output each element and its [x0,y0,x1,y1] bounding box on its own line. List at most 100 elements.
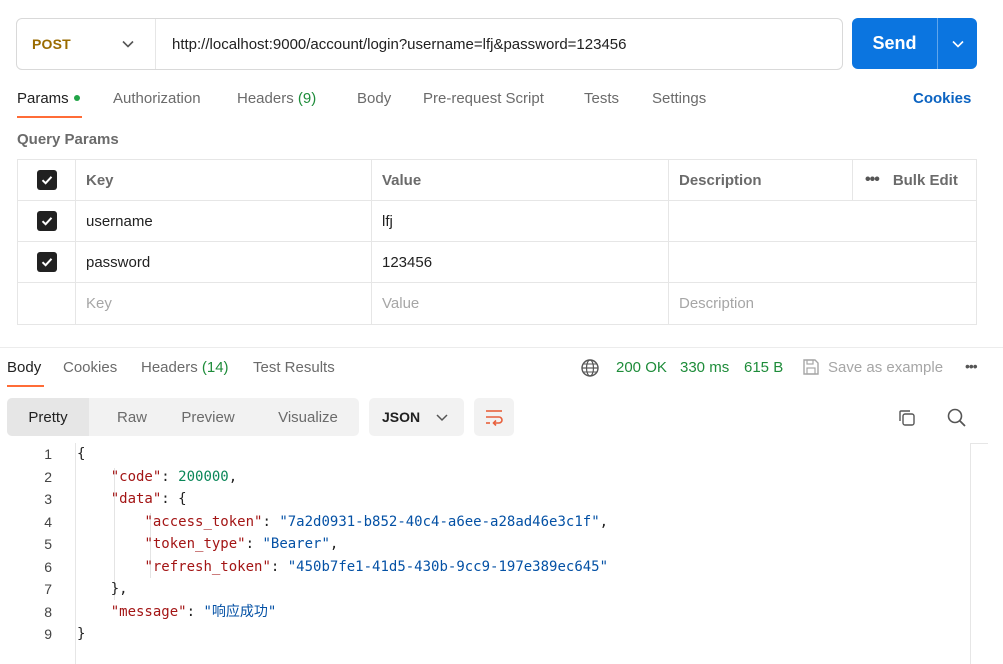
tab-settings[interactable]: Settings [652,90,706,107]
save-as-example-button[interactable]: Save as example [828,359,943,376]
method-select[interactable]: POST [17,19,156,69]
tab-count: (14) [201,359,229,376]
response-tab-cookies[interactable]: Cookies [63,359,117,376]
bulk-edit-label: Bulk Edit [892,171,958,189]
tab-body[interactable]: Body [357,90,391,107]
view-pretty-button[interactable]: Pretty [7,398,89,436]
globe-icon[interactable] [580,358,600,378]
send-button[interactable]: Send [852,18,977,69]
line-number: 8 [44,603,52,620]
column-header-value: Value [372,160,669,200]
response-time[interactable]: 330 ms [680,359,729,376]
table-row: username lfj [18,201,976,242]
access-token-value: 7a2d0931-b852-40c4-a6ee-a28ad46e3c1f [287,513,592,530]
chevron-down-icon [436,414,448,422]
line-number-gutter: 1 2 3 4 5 6 7 8 9 [0,443,76,664]
tab-label: Headers [141,359,198,376]
wrap-lines-button[interactable] [474,398,514,436]
cookies-link[interactable]: Cookies [913,90,971,107]
tab-label: Body [357,90,392,107]
tab-count: (9) [297,90,317,107]
response-tab-body[interactable]: Body [7,359,41,376]
tab-label: Tests [584,90,620,107]
request-url-bar: POST http://localhost:9000/account/login… [16,18,843,70]
new-description-input[interactable]: Description [669,283,976,324]
code-value: 200000 [178,468,229,485]
send-label: Send [872,33,917,53]
line-number: 4 [44,513,52,530]
active-tab-indicator [7,385,44,387]
code-line: "refresh_token": "450b7fe1-41d5-430b-9cc… [144,558,609,575]
send-options-button[interactable] [938,37,977,51]
query-params-table: Key Value Description ••• Bulk Edit user… [17,159,977,325]
code-line: }, [77,581,128,597]
param-value-input[interactable]: lfj [372,201,669,241]
refresh-token-value: 450b7fe1-41d5-430b-9cc9-197e389ec645 [296,558,600,575]
param-key-input[interactable]: username [76,201,372,241]
table-row: password 123456 [18,242,976,283]
line-number: 7 [44,581,52,597]
new-key-input[interactable]: Key [76,283,372,324]
tab-pre-request-script[interactable]: Pre-request Script [423,90,544,107]
method-label: POST [32,36,71,52]
checkbox-checked-icon [36,252,57,272]
response-size[interactable]: 615 B [744,359,783,376]
select-all-checkbox[interactable] [18,160,76,200]
line-number: 5 [44,536,52,552]
line-number: 9 [44,626,52,642]
line-number: 6 [44,558,52,575]
row-checkbox[interactable] [18,201,76,241]
view-preview-button[interactable]: Preview [170,398,246,436]
param-description-input[interactable] [669,242,976,282]
chevron-down-icon [122,40,134,48]
more-options-icon[interactable]: ••• [865,171,880,189]
param-value-input[interactable]: 123456 [372,242,669,282]
tab-label: Headers [237,90,294,107]
view-mode-toggle: Pretty Raw Preview Visualize [7,398,359,436]
code-line: } [77,626,86,642]
token-type-value: Bearer [270,536,322,552]
copy-icon[interactable] [897,408,917,428]
table-header-row: Key Value Description ••• Bulk Edit [18,160,976,201]
tab-params[interactable]: Params [17,90,80,107]
format-label: JSON [382,409,421,425]
line-number: 3 [44,491,52,507]
tab-label: Pre-request Script [423,90,544,107]
url-input[interactable]: http://localhost:9000/account/login?user… [156,36,626,53]
new-value-input[interactable]: Value [372,283,669,324]
row-checkbox-empty [18,283,76,324]
row-checkbox[interactable] [18,242,76,282]
tab-tests[interactable]: Tests [584,90,619,107]
param-key-input[interactable]: password [76,242,372,282]
response-body-viewer[interactable]: 1 2 3 4 5 6 7 8 9 { "code": 200000, "dat… [0,443,1003,664]
query-params-title: Query Params [17,131,119,148]
line-number: 1 [44,446,52,462]
bulk-edit-button[interactable]: ••• Bulk Edit [853,160,976,200]
column-header-key: Key [76,160,372,200]
param-description-input[interactable] [669,201,976,241]
format-select[interactable]: JSON [369,398,464,436]
code-line: "token_type": "Bearer", [144,536,339,552]
view-visualize-button[interactable]: Visualize [265,398,351,436]
active-dot-icon [73,95,80,102]
more-options-icon[interactable]: ••• [965,358,978,374]
checkbox-checked-icon [36,211,57,231]
tab-headers[interactable]: Headers (9) [237,90,316,107]
active-tab-indicator [17,116,82,118]
response-tab-headers[interactable]: Headers (14) [141,359,229,376]
code-line: "data": { [110,491,187,507]
code-line: { [77,446,86,462]
tab-authorization[interactable]: Authorization [113,90,201,107]
scrollbar[interactable] [970,443,988,664]
view-raw-button[interactable]: Raw [97,398,167,436]
wrap-lines-icon [486,410,503,426]
response-tab-test-results[interactable]: Test Results [253,359,335,376]
chevron-down-icon [951,40,964,48]
pane-divider[interactable] [0,347,1003,348]
status-code[interactable]: 200 OK [616,359,667,376]
search-icon[interactable] [946,407,967,428]
save-icon [803,359,819,375]
tab-label: Params [17,90,69,107]
checkbox-checked-icon [36,170,57,190]
tab-label: Authorization [113,90,201,107]
